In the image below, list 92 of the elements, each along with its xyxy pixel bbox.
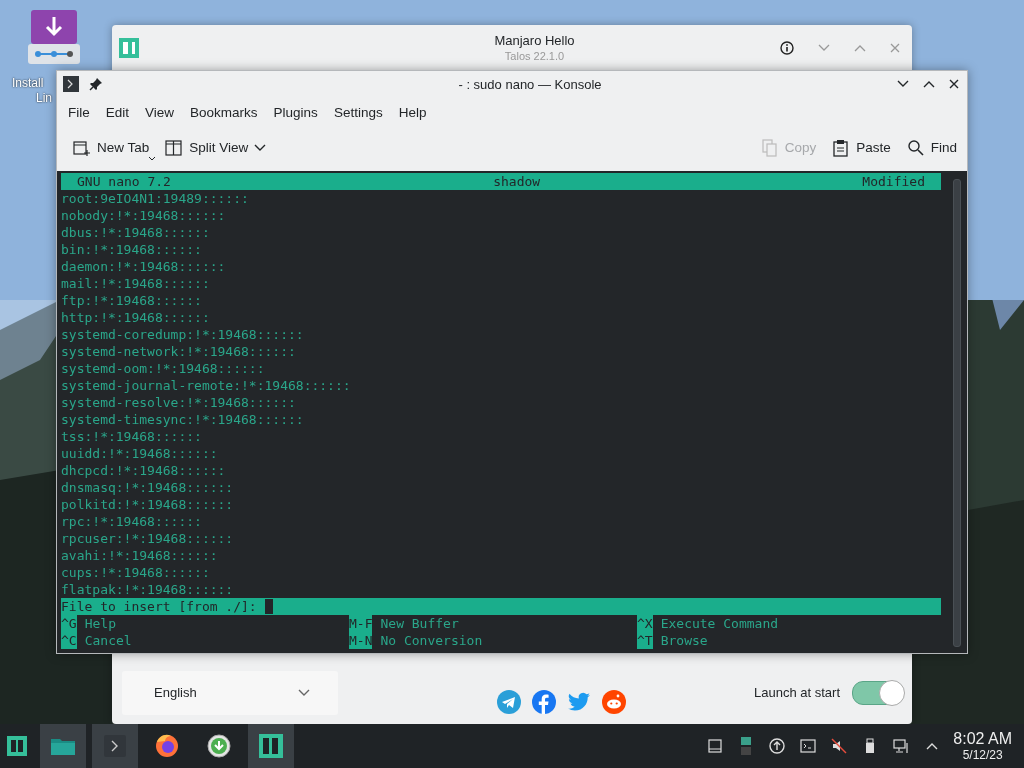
menu-item[interactable]: Bookmarks bbox=[182, 104, 266, 120]
facebook-icon[interactable] bbox=[531, 689, 556, 714]
menu-item[interactable]: View bbox=[137, 104, 183, 120]
prompt-text: File to insert [from ./]: bbox=[61, 598, 258, 615]
terminal-icon bbox=[63, 76, 79, 93]
window-icon[interactable] bbox=[706, 737, 725, 755]
toggle-label: Launch at start bbox=[754, 685, 840, 700]
toolbar-button[interactable]: Split View bbox=[159, 134, 273, 161]
text-line: nobody:!*:19468:::::: bbox=[61, 207, 227, 224]
shortcut-label: Help bbox=[83, 615, 116, 632]
manjaro-logo-icon bbox=[257, 732, 285, 760]
shortcut-label: Browse bbox=[659, 632, 708, 649]
text-line: http:!*:19468:::::: bbox=[61, 309, 211, 326]
shortcut-label: No Conversion bbox=[379, 632, 483, 649]
menu-item[interactable]: Edit bbox=[97, 104, 138, 120]
menu-item[interactable]: Help bbox=[390, 104, 435, 120]
toolbar-button[interactable]: Find bbox=[900, 134, 963, 161]
text-line: uuidd:!*:19468:::::: bbox=[61, 445, 219, 462]
shortcut-key: ^T bbox=[637, 632, 653, 649]
toggle-switch[interactable] bbox=[852, 680, 904, 705]
text-line: ftp:!*:19468:::::: bbox=[61, 292, 203, 309]
text-line: cups:!*:19468:::::: bbox=[61, 564, 211, 581]
chevron-down-icon bbox=[298, 688, 310, 697]
text-line: rpc:!*:19468:::::: bbox=[61, 513, 203, 530]
text-line: systemd-timesync:!*:19468:::::: bbox=[61, 411, 305, 428]
text-line: rpcuser:!*:19468:::::: bbox=[61, 530, 235, 547]
download-icon bbox=[205, 732, 233, 760]
text-line: systemd-oom:!*:19468:::::: bbox=[61, 360, 266, 377]
language-dropdown[interactable]: English bbox=[122, 670, 338, 715]
text-line: tss:!*:19468:::::: bbox=[61, 428, 203, 445]
shortcut-label: Execute Command bbox=[659, 615, 779, 632]
close-icon[interactable] bbox=[949, 79, 959, 90]
shortcut-key: ^X bbox=[637, 615, 653, 632]
text-line: systemd-journal-remote:!*:19468:::::: bbox=[61, 377, 352, 394]
text-line: bin:!*:19468:::::: bbox=[61, 241, 203, 258]
clock-time[interactable]: 8:02 AM bbox=[953, 730, 1012, 748]
modified-status: Modified bbox=[862, 173, 925, 190]
menu-item[interactable]: Plugins bbox=[265, 104, 326, 120]
info-icon[interactable] bbox=[780, 40, 794, 55]
new-tab-icon bbox=[73, 138, 91, 157]
menu-item[interactable]: Settings bbox=[325, 104, 391, 120]
text-line: root:9eIO4N1:19489:::::: bbox=[61, 190, 250, 207]
search-icon bbox=[906, 138, 925, 157]
text-line: dnsmasq:!*:19468:::::: bbox=[61, 479, 235, 496]
icon-label: Lin bbox=[36, 91, 52, 106]
clipboard-icon bbox=[832, 138, 851, 157]
terminal-icon bbox=[101, 732, 129, 760]
shortcut-label: Cancel bbox=[83, 632, 132, 649]
window-title: Manjaro Hello bbox=[494, 33, 575, 48]
window-title: - : sudo nano — Konsole bbox=[457, 76, 603, 92]
split-view-icon bbox=[165, 138, 184, 157]
maximize-icon[interactable] bbox=[923, 80, 935, 89]
network-icon[interactable] bbox=[892, 737, 911, 755]
clock-date[interactable]: 5/12/23 bbox=[962, 748, 1003, 762]
update-icon[interactable] bbox=[768, 737, 787, 755]
text-line: dhcpcd:!*:19468:::::: bbox=[61, 462, 227, 479]
minimize-icon[interactable] bbox=[897, 80, 909, 89]
toolbar-button[interactable]: Paste bbox=[826, 134, 897, 161]
text-line: flatpak:!*:19468:::::: bbox=[61, 581, 235, 598]
caret-icon bbox=[149, 156, 156, 161]
window-subtitle: Talos 22.1.0 bbox=[504, 50, 565, 62]
text-line: systemd-network:!*:19468:::::: bbox=[61, 343, 297, 360]
text-line: systemd-resolve:!*:19468:::::: bbox=[61, 394, 297, 411]
icon-label: Install bbox=[12, 76, 44, 91]
text-line: systemd-coredump:!*:19468:::::: bbox=[61, 326, 305, 343]
console-icon[interactable] bbox=[799, 737, 818, 755]
text-line: dbus:!*:19468:::::: bbox=[61, 224, 211, 241]
text-line: daemon:!*:19468:::::: bbox=[61, 258, 227, 275]
text-line: polkitd:!*:19468:::::: bbox=[61, 496, 235, 513]
shortcut-key: ^C bbox=[61, 632, 77, 649]
toolbar-button[interactable]: New Tab bbox=[67, 134, 156, 161]
editor-version: GNU nano 7.2 bbox=[77, 173, 171, 190]
pin-icon[interactable] bbox=[89, 77, 103, 92]
taskbar-button[interactable] bbox=[248, 724, 294, 768]
installer-icon[interactable] bbox=[28, 10, 80, 66]
chevron-down-icon bbox=[254, 143, 267, 152]
scrollbar[interactable] bbox=[953, 179, 961, 647]
shortcut-key: M-F bbox=[349, 615, 373, 632]
muted-speaker-icon[interactable] bbox=[830, 737, 849, 755]
telegram-icon[interactable] bbox=[496, 689, 521, 714]
alien-icon[interactable] bbox=[601, 689, 626, 714]
firefox-icon bbox=[153, 732, 181, 760]
shortcut-key: M-N bbox=[349, 632, 373, 649]
copy-icon bbox=[760, 138, 779, 157]
cursor bbox=[264, 599, 273, 614]
menu-item[interactable]: File bbox=[60, 104, 98, 120]
shortcut-label: New Buffer bbox=[379, 615, 459, 632]
file-name: shadow bbox=[493, 173, 541, 190]
text-line: avahi:!*:19468:::::: bbox=[61, 547, 219, 564]
manjaro-logo-icon bbox=[119, 37, 139, 58]
shortcut-key: ^G bbox=[61, 615, 77, 632]
text-line: mail:!*:19468:::::: bbox=[61, 275, 211, 292]
